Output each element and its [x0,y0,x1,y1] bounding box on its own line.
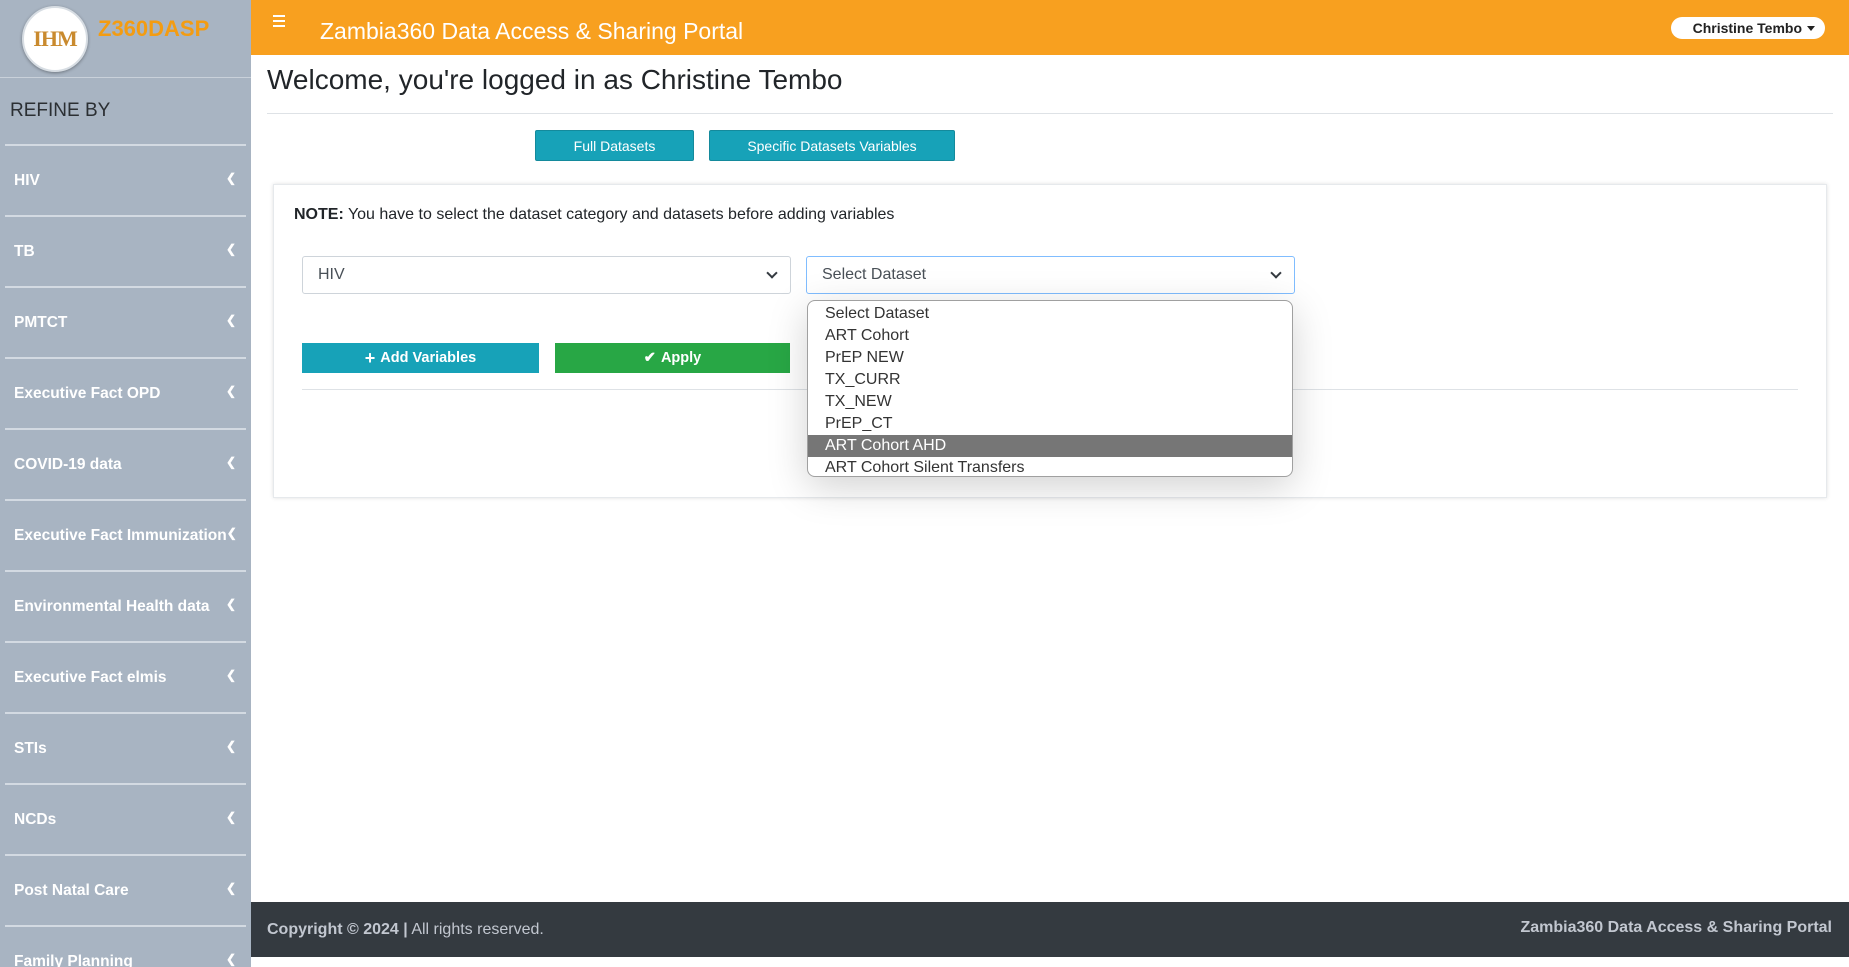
apply-label: Apply [660,350,702,366]
user-name: Christine Tembo [1692,20,1802,36]
chevron-down-icon [766,267,778,279]
plus-icon: + [364,347,376,368]
top-navbar: Zambia360 Data Access & Sharing Portal C… [251,0,1849,55]
dataset-select[interactable]: Select Dataset [806,256,1295,294]
chevron-down-icon [1270,267,1282,279]
chevron-left-icon: ❮ [226,525,237,540]
sidebar-item-family-planning[interactable]: Family Planning ❮ [5,925,246,967]
dropdown-option[interactable]: PrEP NEW [808,347,1292,369]
dropdown-option[interactable]: TX_CURR [808,369,1292,391]
sidebar-item-hiv[interactable]: HIV ❮ [5,144,246,215]
sidebar-nav: HIV ❮ TB ❮ PMTCT ❮ Executive Fact OPD ❮ COVI… [0,144,251,967]
sidebar-item-label: HIV [14,171,40,189]
divider [267,113,1833,114]
sidebar: IHM Z360DASP REFINE BY HIV ❮ TB ❮ PMTCT ❮ E… [0,0,251,967]
note-label: NOTE: [294,206,344,223]
logo-text: IHM [33,25,77,51]
sidebar-item-label: Family Planning [14,952,133,967]
dropdown-option-highlighted[interactable]: ART Cohort AHD [808,435,1292,457]
apply-button[interactable]: ✔ Apply [555,343,790,373]
sidebar-item-ncds[interactable]: NCDs ❮ [5,783,246,854]
category-select[interactable]: HIV [302,256,791,294]
sidebar-item-label: TB [14,242,35,260]
user-menu-button[interactable]: Christine Tembo [1670,17,1825,39]
full-datasets-button[interactable]: Full Datasets [535,130,694,161]
sidebar-item-label: Executive Fact OPD [14,384,161,402]
page-title: Welcome, you're logged in as Christine T… [267,64,843,95]
copyright: Copyright © 2024 | All rights reserved. [267,921,544,939]
sidebar-item-label: Executive Fact Immunization [14,526,227,544]
specific-datasets-variables-button[interactable]: Specific Datasets Variables [709,130,955,161]
chevron-left-icon: ❮ [225,312,236,327]
sidebar-item-label: PMTCT [14,313,68,331]
dropdown-option[interactable]: PrEP_CT [808,413,1292,435]
footer-portal-name: Zambia360 Data Access & Sharing Portal [1520,918,1832,936]
sidebar-item-label: Executive Fact elmis [14,668,167,686]
check-icon: ✔ [643,350,656,366]
dropdown-option[interactable]: Select Dataset [808,303,1292,325]
dropdown-option[interactable]: TX_NEW [808,391,1292,413]
copyright-label: Copyright © 2024 | [267,920,408,938]
sidebar-item-executive-fact-immunization[interactable]: Executive Fact Immunization ❮ [5,499,246,570]
chevron-left-icon: ❮ [225,951,236,966]
sidebar-item-label: Post Natal Care [14,881,129,899]
footer: Copyright © 2024 | All rights reserved. … [251,902,1849,957]
logo: IHM [22,5,88,72]
rights-text: All rights reserved. [407,920,544,938]
portal-title: Zambia360 Data Access & Sharing Portal [320,18,744,44]
caret-down-icon [1807,25,1815,31]
sidebar-item-post-natal-care[interactable]: Post Natal Care ❮ [5,854,246,925]
chevron-left-icon: ❮ [225,454,236,469]
chevron-left-icon: ❮ [225,738,236,753]
sidebar-item-pmtct[interactable]: PMTCT ❮ [5,286,246,357]
chevron-left-icon: ❮ [225,667,236,682]
sidebar-item-tb[interactable]: TB ❮ [5,215,246,286]
refine-by-heading: REFINE BY [10,100,111,121]
sidebar-item-covid-19-data[interactable]: COVID-19 data ❮ [5,428,246,499]
chevron-left-icon: ❮ [225,383,236,398]
brand-name[interactable]: Z360DASP [98,16,209,42]
sidebar-item-label: Environmental Health data [14,597,210,615]
chevron-left-icon: ❮ [225,809,236,824]
add-variables-button[interactable]: + Add Variables [302,343,539,373]
sidebar-item-label: COVID-19 data [14,455,122,473]
add-variables-label: Add Variables [380,350,477,366]
dataset-dropdown-list: Select Dataset ART Cohort PrEP NEW TX_CU… [807,300,1293,477]
chevron-left-icon: ❮ [225,170,236,185]
chevron-left-icon: ❮ [225,880,236,895]
dataset-select-value: Select Dataset [822,266,927,283]
sidebar-item-executive-fact-opd[interactable]: Executive Fact OPD ❮ [5,357,246,428]
hamburger-menu-icon[interactable] [273,14,301,27]
sidebar-item-environmental-health-data[interactable]: Environmental Health data ❮ [5,570,246,641]
chevron-left-icon: ❮ [225,596,236,611]
brand[interactable]: IHM Z360DASP [0,0,251,78]
category-select-value: HIV [318,266,345,283]
note-body: You have to select the dataset category … [343,206,895,223]
sidebar-item-stis[interactable]: STIs ❮ [5,712,246,783]
sidebar-item-label: NCDs [14,810,57,828]
dropdown-option[interactable]: ART Cohort Silent Transfers [808,457,1292,476]
dropdown-option[interactable]: ART Cohort [808,325,1292,347]
sidebar-item-executive-fact-elmis[interactable]: Executive Fact elmis ❮ [5,641,246,712]
chevron-left-icon: ❮ [225,241,236,256]
note-text: NOTE: You have to select the dataset cat… [294,206,894,224]
sidebar-item-label: STIs [14,739,47,757]
